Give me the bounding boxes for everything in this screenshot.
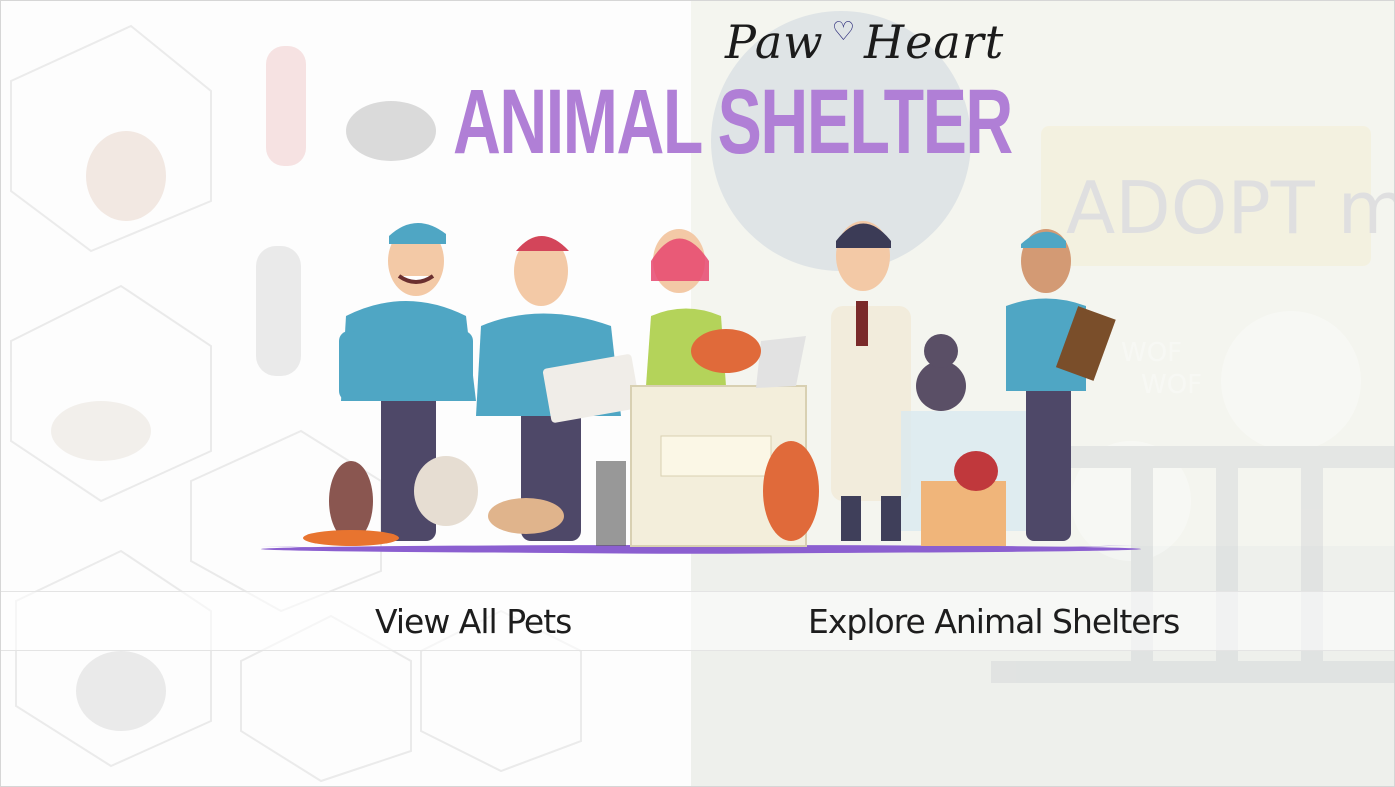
page-title: ANIMAL SHELTER xyxy=(453,71,1013,173)
background-person xyxy=(266,46,306,166)
brand-script-right: Heart xyxy=(864,15,1005,69)
cage-dog-2 xyxy=(51,401,151,461)
grey-cat xyxy=(916,334,966,411)
puppy-in-box xyxy=(954,451,998,491)
brown-cat xyxy=(329,461,373,541)
hero-illustration xyxy=(261,221,1141,554)
red-dog xyxy=(763,441,819,541)
cage-dog-3 xyxy=(76,651,166,731)
fence-base xyxy=(991,661,1394,683)
cage-dog-1 xyxy=(86,131,166,221)
heart-icon: ♡ xyxy=(831,17,856,47)
tan-cat xyxy=(488,498,564,534)
explore-animal-shelters-button[interactable]: Explore Animal Shelters xyxy=(808,597,1180,647)
cat-cushion xyxy=(303,530,399,546)
white-dog xyxy=(414,456,478,526)
view-all-pets-button[interactable]: View All Pets xyxy=(375,597,572,647)
cardboard-box xyxy=(921,481,1006,546)
water-bowl-stand xyxy=(596,461,626,546)
brand-logo: Paw ♡ Heart xyxy=(725,11,1004,73)
veterinarian xyxy=(831,221,911,541)
background-bear-dog xyxy=(346,101,436,161)
desk-sign xyxy=(660,435,772,477)
landing-page: ADOPT me! WOF WOF Paw ♡ Heart ANIMAL SHE… xyxy=(0,0,1395,787)
navigation-bar: View All Pets Explore Animal Shelters xyxy=(1,591,1394,651)
laptop xyxy=(756,336,806,388)
brand-script-left: Paw xyxy=(725,15,824,69)
background-puppy xyxy=(1221,311,1361,451)
orange-cat xyxy=(691,329,761,373)
